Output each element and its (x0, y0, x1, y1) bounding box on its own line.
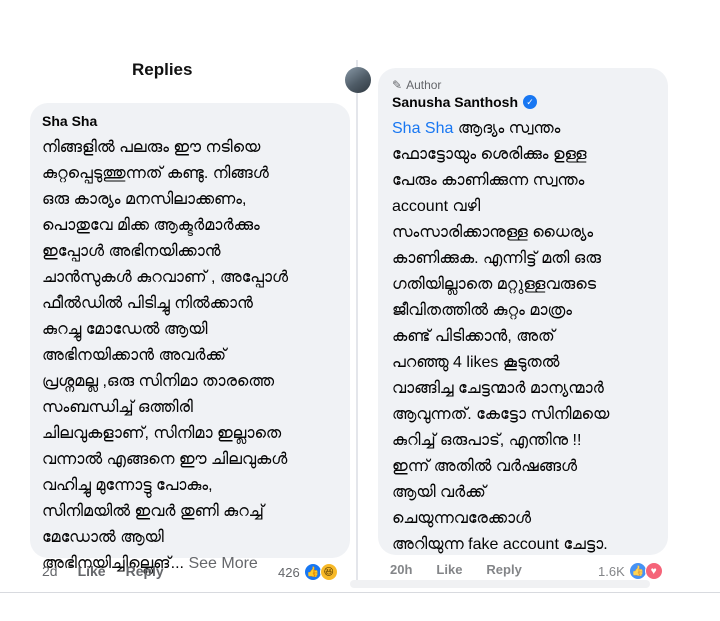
comment-line: ഫോട്ടോയും ശെരിക്കും ഉള്ള (392, 146, 587, 163)
comment-line: ചിലവുകളാണ്, സിനിമാ ഇല്ലാതെ (42, 425, 282, 442)
cropped-row (350, 580, 650, 588)
comment-line: പ്രശ്നമല്ല ,ഒരു സിനിമാ താരത്തെ (42, 373, 275, 390)
comment-line: ചാൻസുകൾ കുറവാണ് , അപ്പോൾ (42, 269, 289, 286)
comment-first-line: Sha Sha ആദ്യം സ്വന്തം (392, 116, 656, 142)
comment-line: ഇന്ന് അതിൽ വർഷങ്ങൾ (392, 458, 578, 475)
reaction-count: 426 (278, 564, 300, 580)
author-badge: ✎ Author (392, 78, 656, 92)
comment-line: വാങ്ങിച്ച ചേട്ടന്മാർ മാന്യന്മാർ (392, 380, 604, 397)
comment-line: കുറ്റപ്പെടുത്തുന്നത് കണ്ടു. നിങ്ങൾ (42, 165, 269, 182)
see-more-link[interactable]: See More (188, 555, 257, 572)
comment-line: അഭിനയിക്കാൻ അവർക്ക് (42, 347, 227, 364)
comment-line: കാണിക്കുക. എന്നിട്ട് മതി ഒരു (392, 250, 601, 267)
comment-line: പൊതുവേ മിക്ക ആക്ടർമാർക്കും (42, 217, 260, 234)
thread-divider (356, 60, 358, 580)
comment-text: നിങ്ങളിൽ പലരും ഈ നടിയെ കുറ്റപ്പെടുത്തുന്… (42, 135, 338, 577)
comment-line: പറഞ്ഞു 4 likes കൂടുതൽ (392, 354, 560, 371)
comment-timestamp[interactable]: 2d (42, 563, 58, 579)
love-reaction-icon: ♥ (644, 562, 663, 580)
comment-line: account വഴി (392, 198, 481, 215)
comment-bubble-sha-sha: Sha Sha നിങ്ങളിൽ പലരും ഈ നടിയെ കുറ്റപ്പെ… (30, 103, 350, 572)
comment-line: സംസാരിക്കാനുള്ള ധൈര്യം (392, 224, 594, 241)
comment-line: ഫീൽഡിൽ പിടിച്ചു നിൽക്കാൻ (42, 295, 253, 312)
author-name-row: Sanusha Santhosh ✓ (392, 94, 656, 110)
bottom-divider (0, 592, 720, 593)
like-button[interactable]: Like (436, 562, 462, 577)
avatar[interactable] (345, 67, 371, 93)
comment-timestamp[interactable]: 20h (390, 562, 412, 577)
reaction-summary[interactable]: 1.6K 👍 ♥ (598, 562, 663, 580)
like-button[interactable]: Like (78, 563, 106, 579)
comment-bubble-author: ✎ Author Sanusha Santhosh ✓ Sha Sha ആദ്യ… (378, 68, 668, 555)
comment-line: നിങ്ങളിൽ പലരും ഈ നടിയെ (42, 139, 261, 156)
verified-badge-icon: ✓ (523, 95, 538, 109)
reply-button[interactable]: Reply (126, 563, 164, 579)
comment-author-name[interactable]: Sha Sha (42, 113, 338, 129)
comment-line: ഗതിയില്ലാതെ മറ്റുള്ളവരുടെ (392, 276, 597, 293)
comment-line: ആവുന്നത്. കേട്ടോ സിനിമയെ (392, 406, 610, 423)
comment-line: സിനിമയിൽ ഇവർ തുണി കുറച്ച് (42, 503, 264, 520)
comment-actions: 2d Like Reply (42, 563, 164, 579)
comment-line: ജീവിതത്തിൽ കുറ്റം മാത്രം (392, 302, 572, 319)
pencil-icon: ✎ (392, 78, 403, 92)
comment-line: ഒരു കാര്യം മനസിലാക്കണം, (42, 191, 247, 208)
comment-line: സംബന്ധിച്ച് ഒത്തിരി (42, 399, 193, 416)
comment-author-name[interactable]: Sanusha Santhosh (392, 94, 518, 110)
comment-line: ആദ്യം സ്വന്തം (457, 120, 561, 137)
comment-text: Sha Sha ആദ്യം സ്വന്തം ഫോട്ടോയും ശെരിക്കു… (392, 116, 656, 558)
replies-header: Replies (132, 60, 193, 79)
reply-button[interactable]: Reply (486, 562, 521, 577)
comment-line: വഹിച്ചു മുന്നോട്ടു പോകും, (42, 477, 213, 494)
comment-line: ചെയുന്നവരേക്കാൾ (392, 510, 532, 527)
reaction-summary[interactable]: 426 👍 😆 (278, 563, 338, 581)
comment-actions: 20h Like Reply (390, 562, 522, 577)
author-badge-label: Author (406, 78, 442, 92)
haha-reaction-icon: 😆 (319, 563, 338, 581)
comment-line: അറിയുന്ന fake account ചേട്ടാ. (392, 536, 608, 553)
mention-link[interactable]: Sha Sha (392, 120, 453, 137)
comment-line: കണ്ട് പിടിക്കാൻ, അത് (392, 328, 555, 345)
comment-line: ആയി വർക്ക് (392, 484, 486, 501)
comment-line: ഇപ്പോൾ അഭിനയിക്കാൻ (42, 243, 221, 260)
comment-line: പേരും കാണിക്കുന്ന സ്വന്തം (392, 172, 585, 189)
comment-line: കുറിച്ച് ഒരുപാട്, എന്തിനു !! (392, 432, 582, 449)
reaction-count: 1.6K (598, 563, 625, 579)
comment-line: കുറച്ചു മോഡേൽ ആയി (42, 321, 208, 338)
comment-line: വന്നാൽ എങ്ങനെ ഈ ചിലവുകൾ (42, 451, 288, 468)
comment-line: മേഡോൽ ആയി (42, 529, 164, 546)
